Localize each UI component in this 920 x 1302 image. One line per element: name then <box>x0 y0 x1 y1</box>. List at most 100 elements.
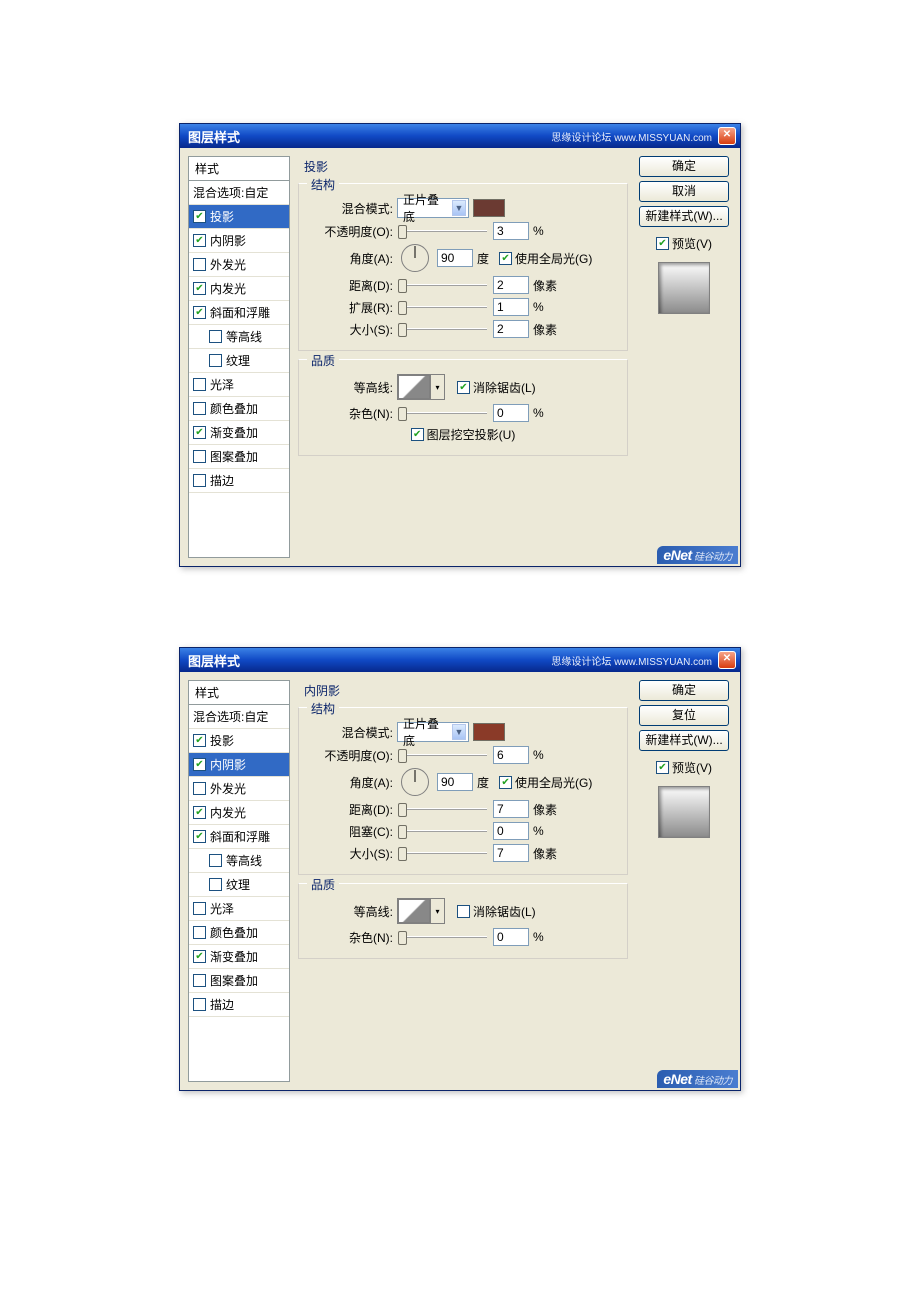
size-slider[interactable] <box>397 846 489 860</box>
style-checkbox[interactable] <box>193 806 206 819</box>
antialias-checkbox[interactable] <box>457 905 470 918</box>
noise-slider[interactable] <box>397 930 489 944</box>
preview-check[interactable]: 预览(V) <box>656 235 712 252</box>
style-item[interactable]: 内发光 <box>189 801 289 825</box>
distance-input[interactable] <box>493 276 529 294</box>
close-icon[interactable]: ✕ <box>718 651 736 669</box>
style-item[interactable]: 描边 <box>189 469 289 493</box>
style-item[interactable]: 渐变叠加 <box>189 421 289 445</box>
distance-slider[interactable] <box>397 278 489 292</box>
cancel-button[interactable]: 取消 <box>639 181 729 202</box>
style-checkbox[interactable] <box>193 474 206 487</box>
style-checkbox[interactable] <box>193 758 206 771</box>
noise-input[interactable] <box>493 404 529 422</box>
antialias-check[interactable]: 消除锯齿(L) <box>457 903 536 920</box>
opacity-slider[interactable] <box>397 224 489 238</box>
style-item[interactable]: 光泽 <box>189 373 289 397</box>
style-checkbox[interactable] <box>193 974 206 987</box>
style-checkbox[interactable] <box>193 450 206 463</box>
size-input[interactable] <box>493 844 529 862</box>
color-swatch[interactable] <box>473 199 505 217</box>
spread-input[interactable] <box>493 822 529 840</box>
color-swatch[interactable] <box>473 723 505 741</box>
cancel-button[interactable]: 复位 <box>639 705 729 726</box>
angle-input[interactable] <box>437 773 473 791</box>
style-checkbox[interactable] <box>193 426 206 439</box>
blending-options-row[interactable]: 混合选项:自定 <box>189 705 289 729</box>
angle-dial[interactable] <box>401 768 429 796</box>
style-checkbox[interactable] <box>193 282 206 295</box>
opacity-input[interactable] <box>493 746 529 764</box>
style-item[interactable]: 颜色叠加 <box>189 921 289 945</box>
style-checkbox[interactable] <box>193 782 206 795</box>
preview-checkbox[interactable] <box>656 237 669 250</box>
style-checkbox[interactable] <box>193 210 206 223</box>
style-item[interactable]: 外发光 <box>189 253 289 277</box>
style-checkbox[interactable] <box>209 354 222 367</box>
style-item[interactable]: 等高线 <box>189 849 289 873</box>
style-checkbox[interactable] <box>209 878 222 891</box>
preview-check[interactable]: 预览(V) <box>656 759 712 776</box>
newStyle-button[interactable]: 新建样式(W)... <box>639 730 729 751</box>
global-light-checkbox[interactable] <box>499 252 512 265</box>
style-checkbox[interactable] <box>193 734 206 747</box>
style-checkbox[interactable] <box>193 902 206 915</box>
style-item[interactable]: 光泽 <box>189 897 289 921</box>
blending-options-row[interactable]: 混合选项:自定 <box>189 181 289 205</box>
distance-input[interactable] <box>493 800 529 818</box>
style-checkbox[interactable] <box>193 950 206 963</box>
noise-slider[interactable] <box>397 406 489 420</box>
size-slider[interactable] <box>397 322 489 336</box>
style-item[interactable]: 颜色叠加 <box>189 397 289 421</box>
spread-slider[interactable] <box>397 300 489 314</box>
style-item[interactable]: 内阴影 <box>189 753 289 777</box>
close-icon[interactable]: ✕ <box>718 127 736 145</box>
global-light-check[interactable]: 使用全局光(G) <box>499 774 592 791</box>
antialias-check[interactable]: 消除锯齿(L) <box>457 379 536 396</box>
ok-button[interactable]: 确定 <box>639 680 729 701</box>
blend-mode-combo[interactable]: 正片叠底▼ <box>397 722 469 742</box>
preview-checkbox[interactable] <box>656 761 669 774</box>
style-item[interactable]: 外发光 <box>189 777 289 801</box>
style-item[interactable]: 斜面和浮雕 <box>189 825 289 849</box>
spread-slider[interactable] <box>397 824 489 838</box>
style-checkbox[interactable] <box>193 258 206 271</box>
style-item[interactable]: 等高线 <box>189 325 289 349</box>
contour-picker[interactable]: ▾ <box>397 898 445 924</box>
styles-header[interactable]: 样式 <box>188 156 290 181</box>
noise-input[interactable] <box>493 928 529 946</box>
blend-mode-combo[interactable]: 正片叠底▼ <box>397 198 469 218</box>
antialias-checkbox[interactable] <box>457 381 470 394</box>
knockout-checkbox[interactable] <box>411 428 424 441</box>
style-item[interactable]: 描边 <box>189 993 289 1017</box>
contour-picker[interactable]: ▾ <box>397 374 445 400</box>
style-checkbox[interactable] <box>193 402 206 415</box>
angle-input[interactable] <box>437 249 473 267</box>
angle-dial[interactable] <box>401 244 429 272</box>
style-item[interactable]: 投影 <box>189 729 289 753</box>
newStyle-button[interactable]: 新建样式(W)... <box>639 206 729 227</box>
style-checkbox[interactable] <box>193 306 206 319</box>
style-checkbox[interactable] <box>193 234 206 247</box>
style-checkbox[interactable] <box>209 854 222 867</box>
distance-slider[interactable] <box>397 802 489 816</box>
style-item[interactable]: 渐变叠加 <box>189 945 289 969</box>
style-item[interactable]: 纹理 <box>189 873 289 897</box>
style-checkbox[interactable] <box>209 330 222 343</box>
size-input[interactable] <box>493 320 529 338</box>
opacity-input[interactable] <box>493 222 529 240</box>
ok-button[interactable]: 确定 <box>639 156 729 177</box>
style-item[interactable]: 斜面和浮雕 <box>189 301 289 325</box>
styles-header[interactable]: 样式 <box>188 680 290 705</box>
knockout-check[interactable]: 图层挖空投影(U) <box>411 426 516 443</box>
opacity-slider[interactable] <box>397 748 489 762</box>
style-item[interactable]: 图案叠加 <box>189 445 289 469</box>
spread-input[interactable] <box>493 298 529 316</box>
style-item[interactable]: 投影 <box>189 205 289 229</box>
style-item[interactable]: 纹理 <box>189 349 289 373</box>
style-item[interactable]: 内阴影 <box>189 229 289 253</box>
style-checkbox[interactable] <box>193 378 206 391</box>
style-checkbox[interactable] <box>193 998 206 1011</box>
global-light-check[interactable]: 使用全局光(G) <box>499 250 592 267</box>
style-checkbox[interactable] <box>193 830 206 843</box>
